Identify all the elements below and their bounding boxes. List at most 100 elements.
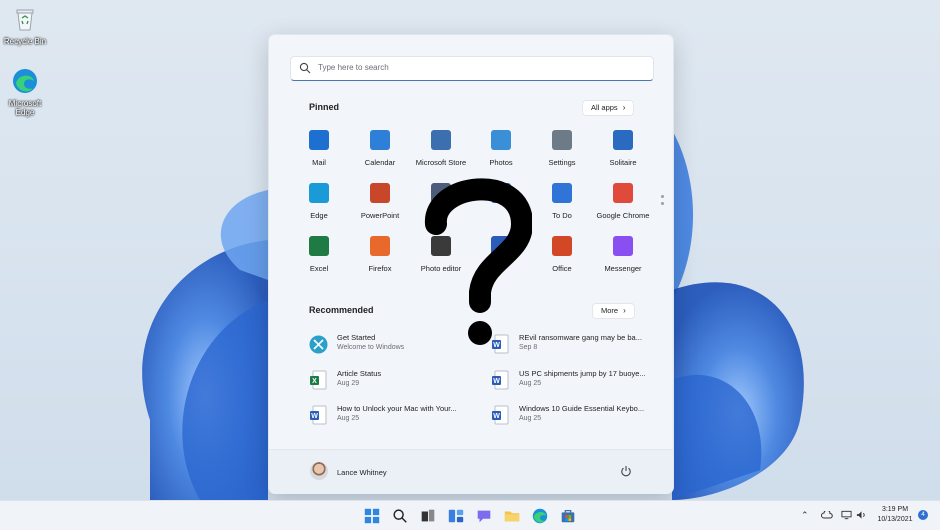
gear-icon bbox=[552, 130, 572, 150]
recommended-title: Recommended bbox=[309, 305, 374, 315]
pinned-app-label: PowerPoint bbox=[360, 211, 400, 220]
taskbar-button-file-explorer[interactable] bbox=[502, 506, 522, 526]
powerpoint-icon bbox=[370, 183, 390, 203]
user-name[interactable]: Lance Whitney bbox=[337, 468, 387, 477]
get-started-icon bbox=[309, 335, 328, 354]
recommended-item-subtitle: Aug 25 bbox=[519, 415, 542, 422]
taskbar-button-widgets[interactable] bbox=[446, 506, 466, 526]
store-icon bbox=[431, 130, 451, 150]
file-explorer-icon bbox=[504, 511, 520, 522]
search-box[interactable]: Type here to search bbox=[290, 56, 654, 81]
search-icon bbox=[299, 62, 311, 74]
pinned-app-messenger[interactable]: Messenger bbox=[592, 236, 654, 273]
pinned-app-label: To Do bbox=[552, 211, 572, 220]
svg-text:W: W bbox=[311, 413, 318, 420]
all-apps-label: All apps bbox=[591, 103, 618, 112]
recommended-item-subtitle: Aug 25 bbox=[337, 415, 360, 422]
notification-badge[interactable]: 4 bbox=[918, 510, 928, 520]
svg-text:W: W bbox=[493, 413, 500, 420]
all-apps-button[interactable]: All apps › bbox=[582, 100, 635, 116]
avatar[interactable] bbox=[310, 462, 328, 480]
clock-date: 10/13/2021 bbox=[877, 516, 913, 523]
volume-icon[interactable] bbox=[856, 510, 867, 520]
pinned-app-calendar[interactable]: Calendar bbox=[349, 130, 411, 167]
desktop-icon-recycle-bin[interactable]: Recycle Bin bbox=[0, 6, 50, 46]
chevron-right-icon: › bbox=[623, 306, 626, 315]
chevron-right-icon: › bbox=[622, 103, 626, 112]
store-icon bbox=[561, 509, 575, 523]
pinned-app-label: Office bbox=[552, 264, 572, 273]
pinned-app-label: Calendar bbox=[364, 158, 396, 167]
page-indicator bbox=[661, 195, 664, 209]
pinned-app-office[interactable]: Office bbox=[531, 236, 593, 273]
pinned-app-label: Mail bbox=[312, 158, 326, 167]
word-icon: W bbox=[310, 405, 327, 425]
monitor-icon[interactable] bbox=[841, 510, 852, 520]
excel-icon: X bbox=[310, 370, 327, 390]
edge-icon bbox=[13, 69, 37, 93]
pinned-app-google-chrome[interactable]: Google Chrome bbox=[592, 183, 654, 220]
messenger-icon bbox=[613, 236, 633, 256]
clock[interactable]: 3:19 PM 10/13/2021 bbox=[874, 505, 916, 525]
recommended-item[interactable]: W How to Unlock your Mac with Your... Aug … bbox=[309, 403, 484, 429]
pinned-app-label: Google Chrome bbox=[596, 211, 650, 220]
pinned-app-settings[interactable]: Settings bbox=[531, 130, 593, 167]
svg-text:X: X bbox=[312, 378, 317, 385]
recommended-item-title: US PC shipments jump by 17 buoye... bbox=[519, 369, 646, 378]
search-icon bbox=[393, 509, 407, 523]
recommended-item-title: REvil ransomware gang may be ba... bbox=[519, 333, 642, 342]
pinned-app-label: Firefox bbox=[368, 264, 392, 273]
chevron-up-icon[interactable]: ⌃ bbox=[801, 510, 809, 521]
recommended-item-title: Windows 10 Guide Essential Keybo... bbox=[519, 404, 645, 413]
pinned-app-label: Microsoft Store bbox=[415, 158, 467, 167]
pinned-app-to-do[interactable]: To Do bbox=[531, 183, 593, 220]
cloud-icon[interactable] bbox=[821, 511, 833, 519]
photos-icon bbox=[491, 130, 511, 150]
question-mark-overlay bbox=[425, 178, 532, 345]
taskbar-button-chat[interactable] bbox=[474, 506, 494, 526]
taskbar-button-edge[interactable] bbox=[530, 506, 550, 526]
pinned-app-mail[interactable]: Mail bbox=[288, 130, 350, 167]
recommended-item[interactable]: W Windows 10 Guide Essential Keybo... Aug … bbox=[491, 403, 666, 429]
edge-icon bbox=[532, 508, 548, 524]
pinned-app-label: Messenger bbox=[604, 264, 642, 273]
recycle-bin-icon bbox=[16, 9, 34, 31]
recommended-item-title: Article Status bbox=[337, 369, 382, 378]
recommended-item[interactable]: X Article Status Aug 29 bbox=[309, 368, 484, 394]
pinned-app-microsoft-store[interactable]: Microsoft Store bbox=[410, 130, 472, 167]
recommended-item-subtitle: Aug 25 bbox=[519, 380, 542, 387]
mail-icon bbox=[309, 130, 329, 150]
pinned-app-firefox[interactable]: Firefox bbox=[349, 236, 411, 273]
taskbar-button-search[interactable] bbox=[390, 506, 410, 526]
desktop-icon-label: Recycle Bin bbox=[3, 37, 47, 46]
firefox-icon bbox=[370, 236, 390, 256]
more-label: More bbox=[601, 306, 619, 315]
taskbar-button-start[interactable] bbox=[362, 506, 382, 526]
more-button[interactable]: More › bbox=[592, 303, 635, 319]
pinned-app-photos[interactable]: Photos bbox=[470, 130, 532, 167]
start-icon bbox=[364, 508, 380, 524]
office-icon bbox=[552, 236, 572, 256]
widgets-icon bbox=[448, 509, 464, 523]
pinned-app-label: Excel bbox=[309, 264, 329, 273]
edge-icon bbox=[309, 183, 329, 203]
chat-icon bbox=[477, 510, 491, 523]
pinned-app-label: Solitaire bbox=[609, 158, 637, 167]
pinned-app-label: Edge bbox=[310, 211, 328, 220]
recommended-item-title: How to Unlock your Mac with Your... bbox=[337, 404, 457, 413]
solitaire-icon bbox=[613, 130, 633, 150]
recommended-item-subtitle: Welcome to Windows bbox=[337, 344, 405, 351]
pinned-app-solitaire[interactable]: Solitaire bbox=[592, 130, 654, 167]
pinned-app-excel[interactable]: Excel bbox=[288, 236, 350, 273]
taskbar-button-store[interactable] bbox=[558, 506, 578, 526]
pinned-app-edge[interactable]: Edge bbox=[288, 183, 350, 220]
desktop-icon-edge[interactable]: Microsoft Edge bbox=[0, 68, 50, 117]
recommended-item[interactable]: W US PC shipments jump by 17 buoye... Aug … bbox=[491, 368, 666, 394]
word-icon: W bbox=[492, 370, 509, 390]
pinned-app-powerpoint[interactable]: PowerPoint bbox=[349, 183, 411, 220]
taskbar-button-task-view[interactable] bbox=[418, 506, 438, 526]
clock-time: 3:19 PM bbox=[881, 506, 909, 513]
pinned-title: Pinned bbox=[309, 102, 340, 112]
power-icon[interactable] bbox=[620, 465, 632, 477]
task-view-icon bbox=[421, 509, 435, 522]
